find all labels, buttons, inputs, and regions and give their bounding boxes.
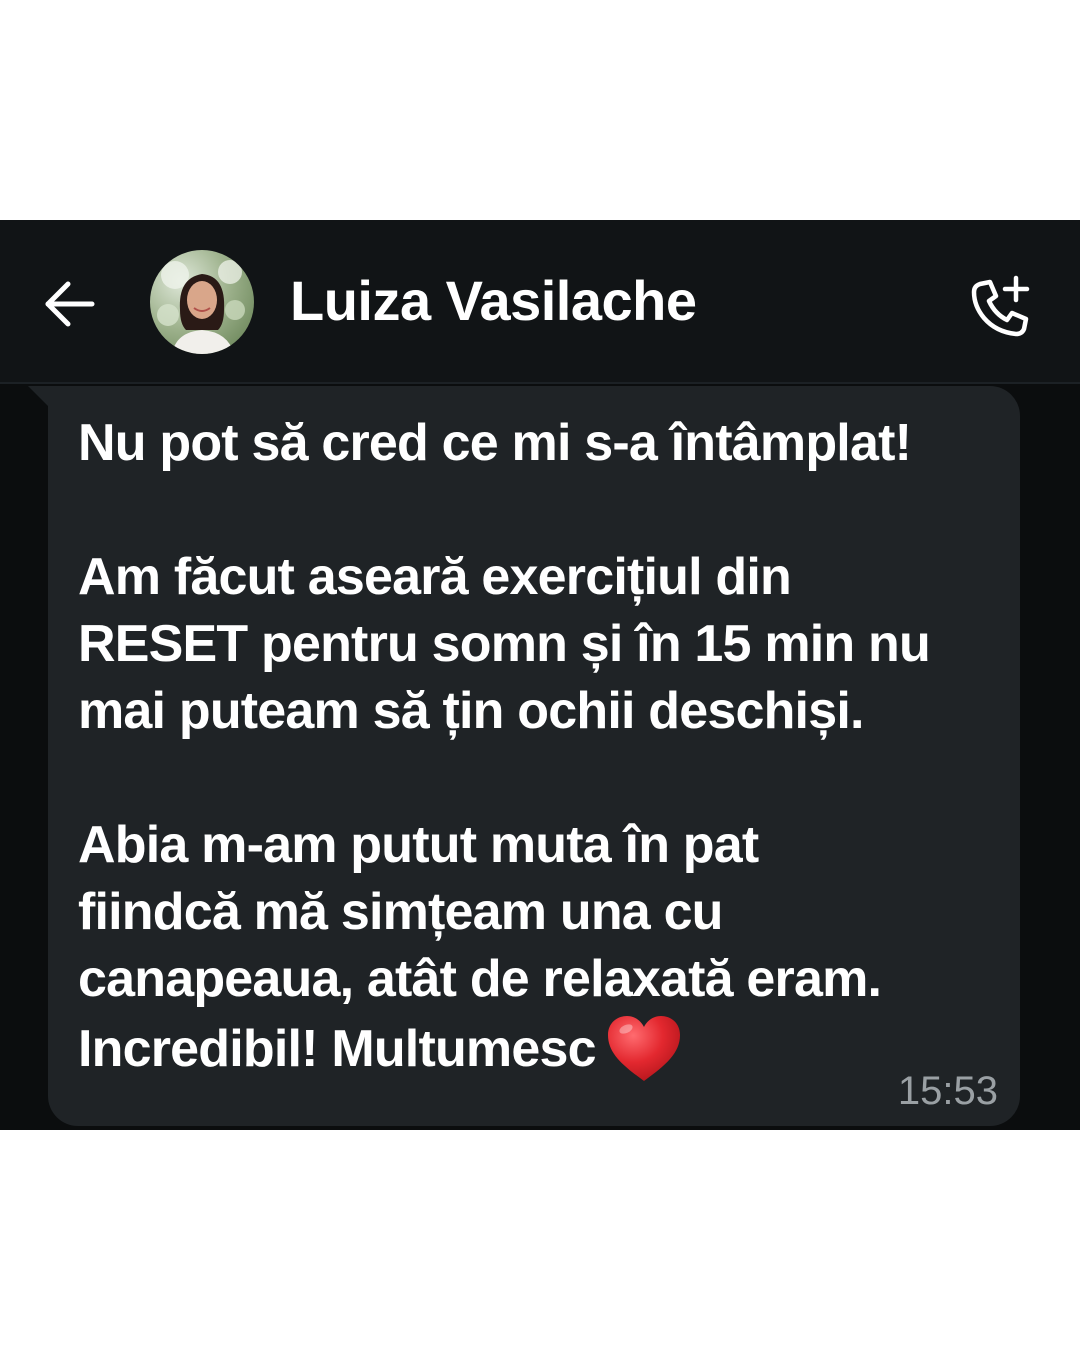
message-last-line: Incredibil! Multumesc — [78, 1013, 998, 1085]
chat-screen: Luiza Vasilache Nu pot să cred ce mi s-a… — [0, 220, 1080, 1130]
avatar-photo — [157, 260, 245, 354]
contact-name[interactable]: Luiza Vasilache — [290, 268, 697, 334]
arrow-left-icon — [45, 281, 95, 327]
add-call-button[interactable] — [966, 272, 1036, 342]
heart-icon — [607, 1016, 680, 1081]
message-bubble[interactable]: Nu pot să cred ce mi s-a întâmplat! Am f… — [48, 386, 1020, 1126]
message-line: Incredibil! Multumesc — [78, 1019, 597, 1078]
back-button[interactable] — [40, 274, 100, 334]
avatar[interactable] — [150, 250, 254, 354]
message-line: Nu pot să cred ce mi s-a întâmplat! — [78, 414, 912, 472]
message-text: Nu pot să cred ce mi s-a întâmplat! Am f… — [78, 410, 998, 1085]
message-line: Am făcut aseară exercițiul din — [78, 548, 792, 606]
message-line: fiindcă mă simțeam una cu — [78, 883, 723, 941]
message-line: canapeaua, atât de relaxată eram. — [78, 950, 882, 1008]
message-line: Abia m-am putut muta în pat — [78, 816, 759, 874]
message-timestamp: 15:53 — [897, 1069, 998, 1113]
message-line: mai puteam să țin ochii deschiși. — [78, 682, 864, 740]
chat-header: Luiza Vasilache — [0, 220, 1080, 384]
message-line: RESET pentru somn și în 15 min nu — [78, 615, 931, 673]
phone-add-icon — [971, 275, 1030, 337]
